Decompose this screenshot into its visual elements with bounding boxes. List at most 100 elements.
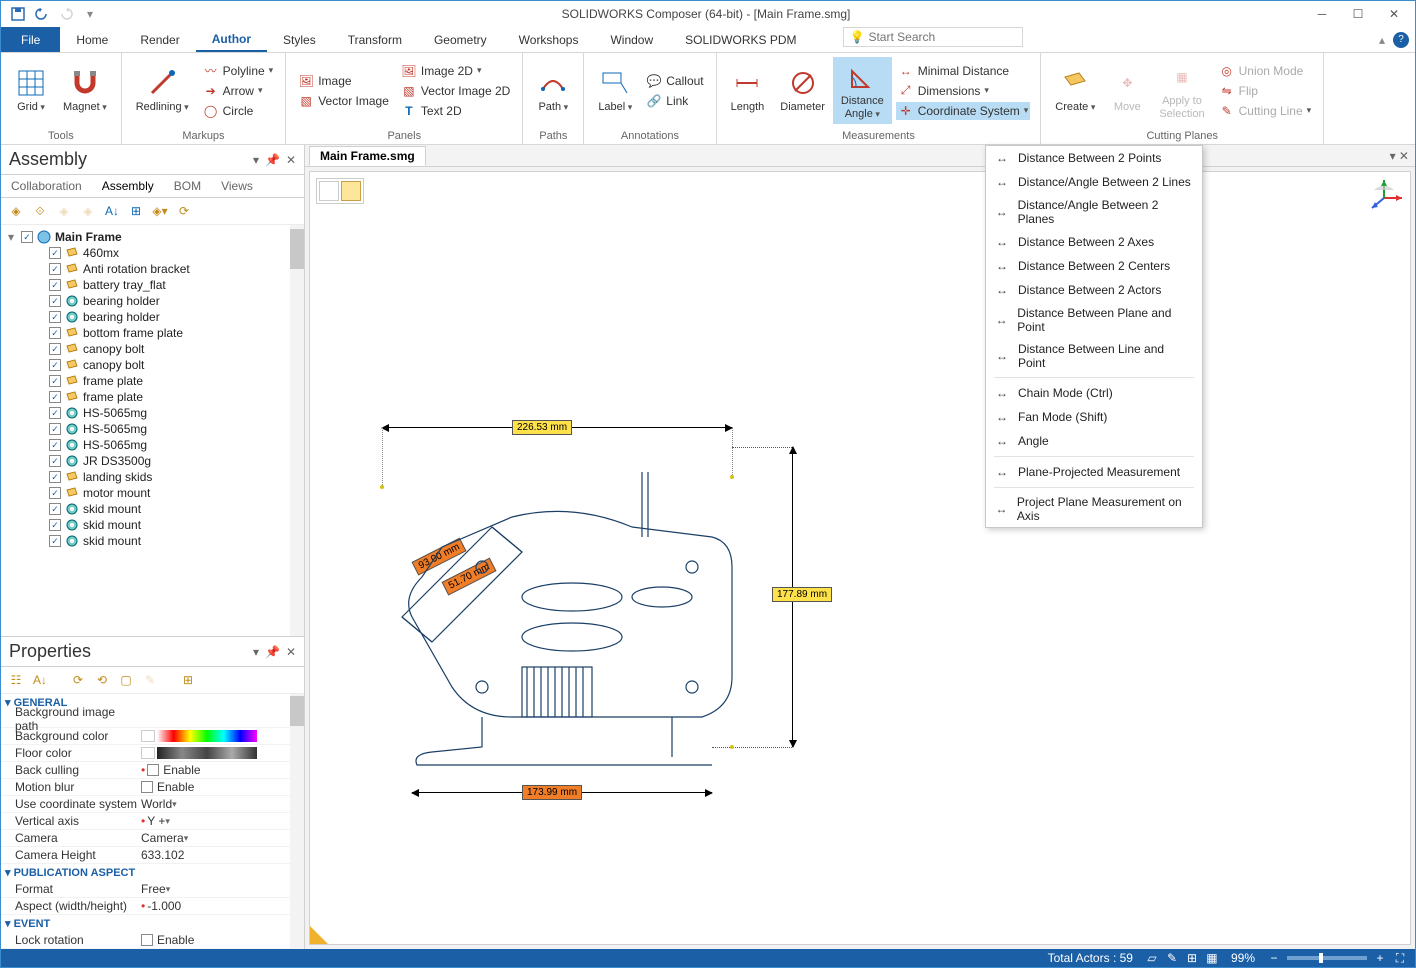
dropdown-item[interactable]: ↔Distance Between 2 Points <box>986 146 1202 170</box>
props-pin-icon[interactable]: 📌 <box>265 645 280 659</box>
asm-tb-5[interactable]: A↓ <box>103 202 121 220</box>
tree-node[interactable]: ✓Anti rotation bracket <box>3 261 302 277</box>
dropdown-item[interactable]: ↔Distance/Angle Between 2 Planes <box>986 194 1202 230</box>
circle-button[interactable]: ◯Circle <box>201 102 276 120</box>
document-tab[interactable]: Main Frame.smg <box>309 146 426 166</box>
tree-scrollbar[interactable] <box>290 225 304 636</box>
tab-author[interactable]: Author <box>196 27 267 52</box>
close-button[interactable]: ✕ <box>1377 3 1411 25</box>
collapse-ribbon-icon[interactable]: ▴ <box>1379 33 1385 47</box>
asm-tb-3[interactable]: ◈ <box>55 202 73 220</box>
dropdown-item[interactable]: ↔Project Plane Measurement on Axis <box>986 491 1202 527</box>
zoom-out-button[interactable]: − <box>1267 951 1281 965</box>
asm-tb-1[interactable]: ◈ <box>7 202 25 220</box>
dropdown-item[interactable]: ↔Distance Between 2 Actors <box>986 278 1202 302</box>
tree-node[interactable]: ✓HS-5065mg <box>3 405 302 421</box>
magnet-button[interactable]: Magnet <box>55 57 115 124</box>
property-row[interactable]: Background color <box>1 728 304 745</box>
sb-icon-3[interactable]: ⊞ <box>1185 951 1199 965</box>
property-row[interactable]: Aspect (width/height)•-1.000 <box>1 898 304 915</box>
prop-tb-5[interactable]: ▢ <box>117 671 135 689</box>
label-button[interactable]: Label <box>590 57 640 124</box>
sb-icon-2[interactable]: ✎ <box>1165 951 1179 965</box>
search-box[interactable]: 💡 <box>843 27 1023 47</box>
union-mode-button[interactable]: ◎Union Mode <box>1217 62 1314 80</box>
apply-selection-button[interactable]: ▦ Apply to Selection <box>1151 57 1212 124</box>
tab-home[interactable]: Home <box>60 27 124 52</box>
diameter-button[interactable]: Diameter <box>772 57 833 124</box>
zoom-slider[interactable] <box>1287 956 1367 960</box>
docs-close-icon[interactable]: ▾ ✕ <box>1390 149 1409 163</box>
prop-section-event[interactable]: EVENT <box>1 915 304 932</box>
property-row[interactable]: Camera Height633.102 <box>1 847 304 864</box>
dropdown-item[interactable]: ↔Distance Between Line and Point <box>986 338 1202 374</box>
dropdown-item[interactable]: ↔Distance/Angle Between 2 Lines <box>986 170 1202 194</box>
property-row[interactable]: Motion blurEnable <box>1 779 304 796</box>
property-row[interactable]: Back culling•Enable <box>1 762 304 779</box>
view-gizmo[interactable] <box>1364 178 1404 218</box>
distance-angle-button[interactable]: Distance Angle <box>833 57 892 124</box>
property-row[interactable]: Floor color <box>1 745 304 762</box>
panel-tab-assembly[interactable]: Assembly <box>92 175 164 197</box>
assembly-tree[interactable]: ▾ ✓ Main Frame ✓460mx✓Anti rotation brac… <box>1 225 304 636</box>
callout-button[interactable]: 💬Callout <box>644 72 705 90</box>
sb-icon-1[interactable]: ▱ <box>1145 951 1159 965</box>
tab-transform[interactable]: Transform <box>332 27 418 52</box>
tab-window[interactable]: Window <box>594 27 669 52</box>
tree-root[interactable]: ▾ ✓ Main Frame <box>3 229 302 245</box>
property-row[interactable]: FormatFree <box>1 881 304 898</box>
tree-node[interactable]: ✓frame plate <box>3 389 302 405</box>
zoom-fit-button[interactable]: ⛶ <box>1393 951 1407 965</box>
tree-node[interactable]: ✓motor mount <box>3 485 302 501</box>
tree-node[interactable]: ✓bottom frame plate <box>3 325 302 341</box>
panel-dropdown-icon[interactable]: ▾ <box>253 153 259 167</box>
tree-node[interactable]: ✓skid mount <box>3 533 302 549</box>
tree-node[interactable]: ✓frame plate <box>3 373 302 389</box>
tab-geometry[interactable]: Geometry <box>418 27 503 52</box>
text2d-button[interactable]: TText 2D <box>399 102 512 120</box>
file-tab[interactable]: File <box>1 27 60 52</box>
tab-styles[interactable]: Styles <box>267 27 332 52</box>
move-cutplane-button[interactable]: ✥ Move <box>1103 57 1151 124</box>
tree-node[interactable]: ✓skid mount <box>3 517 302 533</box>
tree-node[interactable]: ✓bearing holder <box>3 293 302 309</box>
undo-icon[interactable] <box>33 5 51 23</box>
asm-tb-7[interactable]: ◈▾ <box>151 202 169 220</box>
asm-tb-8[interactable]: ⟳ <box>175 202 193 220</box>
dropdown-item[interactable]: ↔Distance Between 2 Axes <box>986 230 1202 254</box>
viewport[interactable]: 226.53 mm 177.89 mm 173.99 mm 93.00 mm 5… <box>309 171 1411 945</box>
panel-tab-views[interactable]: Views <box>211 175 263 197</box>
tree-node[interactable]: ✓canopy bolt <box>3 341 302 357</box>
dimensions-button[interactable]: ⤢Dimensions <box>896 82 1031 100</box>
redlining-button[interactable]: Redlining <box>128 57 197 124</box>
tree-node[interactable]: ✓HS-5065mg <box>3 421 302 437</box>
prop-tb-3[interactable]: ⟳ <box>69 671 87 689</box>
save-icon[interactable] <box>9 5 27 23</box>
prop-tb-6[interactable]: ✎ <box>141 671 159 689</box>
dropdown-item[interactable]: ↔Angle <box>986 429 1202 453</box>
vp-btn-1[interactable] <box>319 181 339 201</box>
panel-close-icon[interactable]: ✕ <box>286 153 296 167</box>
tree-node[interactable]: ✓JR DS3500g <box>3 453 302 469</box>
sb-icon-4[interactable]: ▦ <box>1205 951 1219 965</box>
asm-tb-6[interactable]: ⊞ <box>127 202 145 220</box>
search-input[interactable] <box>868 30 1015 44</box>
tab-pdm[interactable]: SOLIDWORKS PDM <box>669 27 812 52</box>
create-cutplane-button[interactable]: Create <box>1047 57 1103 124</box>
vectorimage-button[interactable]: ▧Vector Image <box>296 92 391 110</box>
vp-btn-2[interactable] <box>341 181 361 201</box>
dropdown-item[interactable]: ↔Fan Mode (Shift) <box>986 405 1202 429</box>
tree-node[interactable]: ✓battery tray_flat <box>3 277 302 293</box>
prop-section-pub[interactable]: PUBLICATION ASPECT <box>1 864 304 881</box>
minimal-distance-button[interactable]: ↔Minimal Distance <box>896 62 1031 80</box>
maximize-button[interactable]: ☐ <box>1341 3 1375 25</box>
tab-workshops[interactable]: Workshops <box>503 27 595 52</box>
panel-tab-bom[interactable]: BOM <box>164 175 211 197</box>
link-button[interactable]: 🔗Link <box>644 92 705 110</box>
image2d-button[interactable]: 🖼Image 2D <box>399 62 512 80</box>
panel-tab-collaboration[interactable]: Collaboration <box>1 175 92 197</box>
cutting-line-button[interactable]: ✎Cutting Line <box>1217 102 1314 120</box>
prop-tb-1[interactable]: ☷ <box>7 671 25 689</box>
prop-tb-7[interactable]: ⊞ <box>179 671 197 689</box>
property-row[interactable]: Lock rotationEnable <box>1 932 304 949</box>
